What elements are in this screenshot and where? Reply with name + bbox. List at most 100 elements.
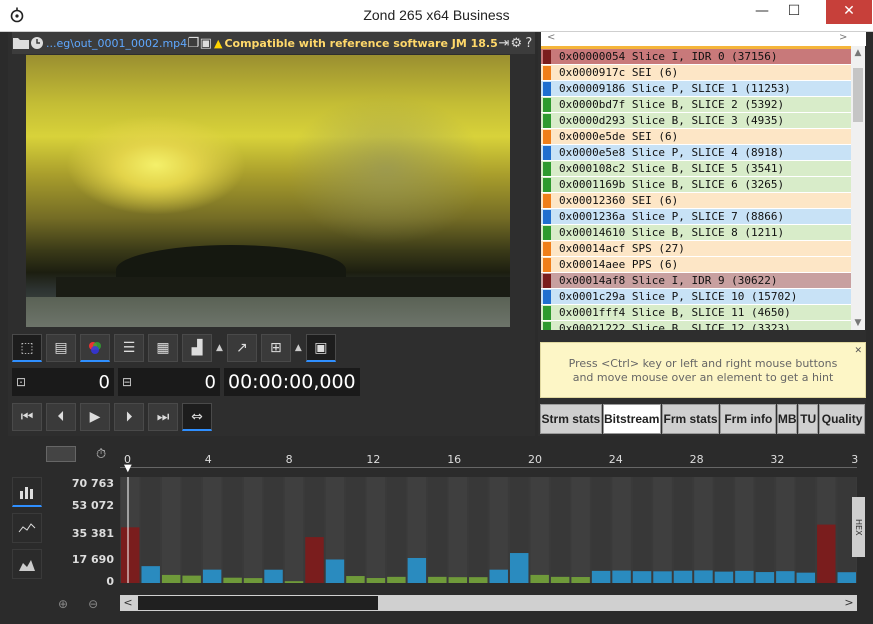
frame-size-bar[interactable] [673, 570, 693, 583]
frame-size-bar[interactable] [755, 572, 775, 583]
open-folder-icon[interactable] [12, 33, 30, 53]
frame-size-bar[interactable] [837, 572, 856, 583]
first-frame-button[interactable]: ⏮ [12, 403, 42, 431]
fit-width-button[interactable]: ⇔ [182, 403, 212, 431]
timeline-scrollbar[interactable]: < > [120, 595, 857, 611]
tab-mb[interactable]: MB [777, 404, 798, 434]
playhead-marker[interactable]: ▼ [124, 463, 132, 474]
tab-bitstream[interactable]: Bitstream [602, 404, 661, 434]
list-view-icon[interactable]: ☰ [114, 334, 144, 362]
frame-view-icon[interactable]: ⬚ [12, 334, 42, 362]
chevron-up-icon[interactable]: ▲ [216, 343, 223, 353]
close-icon[interactable]: ✕ [854, 344, 862, 358]
frame-size-bar[interactable] [121, 527, 140, 583]
histogram-view-icon[interactable]: ▤ [46, 334, 76, 362]
frame-size-bar[interactable] [612, 570, 631, 583]
file-path[interactable]: ...eg\out_0001_0002.mp4 [46, 37, 187, 50]
prev-frame-button[interactable]: ⏴ [46, 403, 76, 431]
nal-list-scrollbar[interactable]: ▲ ▼ [851, 46, 865, 330]
chevron-up-icon[interactable]: ▲ [295, 343, 302, 353]
tab-tu[interactable]: TU [798, 404, 819, 434]
frame-counter-2[interactable]: ⊟ 0 [118, 368, 220, 396]
nal-list-item[interactable]: 0x0001c29a Slice P, SLICE 10 (15702) [541, 289, 851, 305]
nal-list-item[interactable]: 0x0001fff4 Slice B, SLICE 11 (4650) [541, 305, 851, 321]
nal-unit-list[interactable]: 0x00000054 Slice I, IDR 0 (37156) 0x00009… [541, 46, 851, 330]
frame-size-bar[interactable] [817, 524, 836, 583]
frame-size-bar[interactable] [407, 557, 427, 583]
tab-strm-stats[interactable]: Strm stats [540, 404, 602, 434]
frame-size-bar[interactable] [223, 577, 242, 583]
tab-frm-stats[interactable]: Frm stats [661, 404, 720, 434]
nal-list-item[interactable]: 0x00000054 Slice I, IDR 0 (37156) [541, 49, 851, 65]
frame-counter[interactable]: ⊡ 0 [12, 368, 114, 396]
frame-size-bar[interactable] [776, 571, 795, 583]
frame-size-bar[interactable] [141, 566, 160, 583]
nal-list-item[interactable]: 0x00021222 Slice B, SLICE 12 (3323) [541, 321, 851, 330]
frame-size-bar[interactable] [305, 537, 324, 583]
nal-list-item[interactable]: 0x0000d293 Slice B, SLICE 3 (4935) [541, 113, 851, 129]
block-view-icon[interactable]: ▟ [182, 334, 212, 362]
scroll-left-icon[interactable]: < [547, 32, 555, 43]
frame-size-bar[interactable] [632, 571, 652, 583]
frame-size-bar[interactable] [735, 570, 754, 583]
maximize-button[interactable]: ☐ [779, 0, 809, 24]
copy-icon[interactable]: ❐ [187, 33, 200, 53]
nal-list-item[interactable]: 0x00014acf SPS (27) [541, 241, 851, 257]
motion-vector-icon[interactable]: ↗ [226, 334, 257, 362]
grid-view-icon[interactable]: ▦ [148, 334, 178, 362]
frame-size-bar[interactable] [653, 571, 672, 583]
scroll-up-icon[interactable]: ▲ [851, 48, 865, 58]
frame-size-bar[interactable] [489, 569, 508, 583]
frame-size-bar[interactable] [182, 575, 201, 583]
next-frame-button[interactable]: ⏵ [114, 403, 144, 431]
nal-list-item[interactable]: 0x0001236a Slice P, SLICE 7 (8866) [541, 209, 851, 225]
play-button[interactable]: ▶ [80, 403, 110, 431]
nal-list-item[interactable]: 0x0001169b Slice B, SLICE 6 (3265) [541, 177, 851, 193]
frame-size-bar[interactable] [694, 570, 713, 583]
frame-size-bar[interactable] [591, 570, 611, 583]
tab-frm-info[interactable]: Frm info [720, 404, 777, 434]
nal-list-item[interactable]: 0x00012360 SEI (6) [541, 193, 851, 209]
line-chart-icon[interactable] [12, 513, 42, 543]
nal-list-item[interactable]: 0x0000bd7f Slice B, SLICE 2 (5392) [541, 97, 851, 113]
timecode-display[interactable]: 00:00:00,000 [224, 368, 360, 396]
nal-list-item[interactable]: 0x00014610 Slice B, SLICE 8 (1211) [541, 225, 851, 241]
bar-chart-icon[interactable] [12, 477, 42, 507]
nal-list-item[interactable]: 0x00009186 Slice P, SLICE 1 (11253) [541, 81, 851, 97]
fullscreen-icon[interactable]: ▣ [305, 334, 336, 362]
frame-size-bar[interactable] [243, 578, 263, 583]
frame-size-bar[interactable] [264, 569, 283, 583]
frame-size-bar[interactable] [530, 574, 549, 583]
hex-toggle[interactable]: HEX [852, 497, 865, 557]
frame-size-bar[interactable] [346, 576, 365, 583]
video-preview[interactable] [26, 55, 510, 327]
tab-quality[interactable]: Quality [819, 404, 866, 434]
nal-list-item[interactable]: 0x000108c2 Slice B, SLICE 5 (3541) [541, 161, 851, 177]
frame-size-bar[interactable] [325, 559, 345, 583]
frame-size-bar[interactable] [509, 553, 529, 583]
zoom-in-icon[interactable]: ⊕ [58, 597, 68, 611]
frame-size-bar[interactable] [161, 574, 181, 583]
frame-ruler[interactable]: 0 4 8 12 16 20 24 28 32 3 ▼ [120, 447, 858, 477]
frame-size-chart[interactable] [120, 477, 857, 583]
nal-list-item[interactable]: 0x00014af8 Slice I, IDR 9 (30622) [541, 273, 851, 289]
timer-icon[interactable]: ⏱ [96, 447, 106, 462]
frame-size-bar[interactable] [387, 576, 406, 583]
scroll-right-icon[interactable]: > [839, 32, 847, 43]
gear-icon[interactable]: ⚙ [510, 33, 523, 53]
frame-size-bar[interactable] [469, 577, 488, 583]
frame-size-bar[interactable] [796, 572, 816, 583]
image-icon[interactable]: ▣ [200, 33, 212, 53]
nal-list-item[interactable]: 0x00014aee PPS (6) [541, 257, 851, 273]
export-icon[interactable]: ⇥ [498, 33, 510, 53]
last-frame-button[interactable]: ⏭ [148, 403, 178, 431]
nal-list-item[interactable]: 0x0000e5e8 Slice P, SLICE 4 (8918) [541, 145, 851, 161]
scroll-left-icon[interactable]: < [120, 595, 136, 611]
minimize-button[interactable]: — [747, 0, 777, 24]
clock-icon[interactable] [30, 33, 44, 53]
frame-size-bar[interactable] [428, 576, 447, 583]
nal-list-item[interactable]: 0x0000917c SEI (6) [541, 65, 851, 81]
zoom-out-icon[interactable]: ⊖ [88, 597, 98, 611]
help-icon[interactable]: ? [523, 33, 535, 53]
close-button[interactable]: ✕ [826, 0, 872, 24]
